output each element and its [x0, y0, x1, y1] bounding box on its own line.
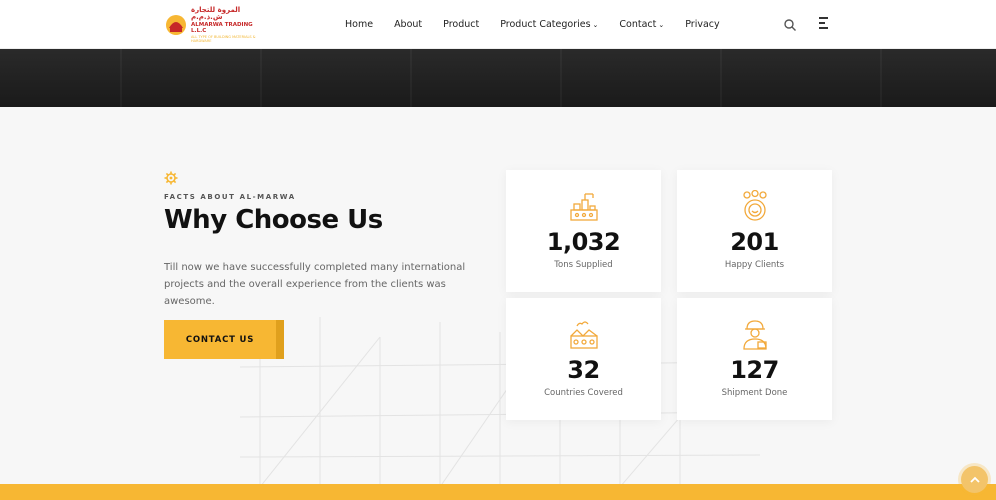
industry-icon — [567, 318, 601, 352]
stat-card-shipment-done: 127 Shipment Done — [677, 298, 832, 420]
site-header: المروة للتجارة ش.ذ.م.م ALMARWA TRADING L… — [0, 0, 996, 49]
happy-client-icon — [738, 189, 772, 224]
stat-label: Tons Supplied — [554, 260, 613, 270]
chevron-up-icon — [969, 476, 980, 483]
nav-home-label: Home — [345, 19, 374, 30]
worker-icon — [738, 318, 772, 352]
stat-card-countries-covered: 32 Countries Covered — [506, 298, 661, 420]
site-logo[interactable]: المروة للتجارة ش.ذ.م.م ALMARWA TRADING L… — [165, 7, 262, 42]
stat-value: 1,032 — [546, 228, 621, 256]
section-title: Why Choose Us — [164, 205, 383, 235]
stat-label: Happy Clients — [724, 260, 785, 270]
logo-english-text: ALMARWA TRADING L.L.C — [191, 22, 253, 34]
logo-emblem-icon — [165, 14, 187, 36]
stat-label: Shipment Done — [721, 388, 788, 398]
nav-product[interactable]: Product — [443, 19, 479, 30]
stat-card-happy-clients: 201 Happy Clients — [677, 170, 832, 292]
nav-about-label: About — [394, 19, 423, 30]
scroll-to-top-button[interactable] — [961, 466, 988, 493]
logo-arabic-text: المروة للتجارة ش.ذ.م.م — [191, 6, 241, 21]
factory-icon — [567, 190, 601, 224]
main-nav: Home About Product Product Categories ⌄ C… — [345, 0, 741, 49]
search-icon[interactable] — [783, 17, 797, 31]
stat-card-tons-supplied: 1,032 Tons Supplied — [506, 170, 661, 292]
stat-label: Countries Covered — [544, 388, 623, 398]
hero-banner-strip — [0, 49, 996, 107]
stat-value: 32 — [567, 356, 600, 384]
section-eyebrow: FACTS ABOUT AL-MARWA — [164, 193, 296, 201]
nav-home[interactable]: Home — [345, 19, 373, 30]
nav-about[interactable]: About — [394, 19, 422, 30]
footer-accent-band — [0, 484, 996, 500]
logo-tagline: ALL TYPE OF BUILDING MATERIALS & HARDWAR… — [191, 35, 256, 43]
contact-us-button[interactable]: CONTACT US — [164, 320, 284, 359]
stat-value: 127 — [730, 356, 779, 384]
hamburger-menu-icon[interactable] — [819, 17, 831, 31]
nav-product-label: Product — [443, 19, 480, 30]
nav-contact-label: Contact — [619, 19, 657, 30]
section-description: Till now we have successfully completed … — [164, 262, 466, 307]
gear-icon — [164, 170, 178, 185]
nav-product-categories-label: Product Categories — [500, 19, 591, 30]
chevron-down-icon: ⌄ — [592, 20, 599, 29]
nav-privacy[interactable]: Privacy — [685, 19, 719, 30]
chevron-down-icon: ⌄ — [658, 20, 665, 29]
nav-privacy-label: Privacy — [685, 19, 720, 30]
nav-product-categories[interactable]: Product Categories ⌄ — [500, 19, 598, 30]
nav-contact[interactable]: Contact ⌄ — [619, 19, 664, 30]
why-choose-us-section — [0, 107, 996, 484]
stat-value: 201 — [730, 228, 779, 256]
